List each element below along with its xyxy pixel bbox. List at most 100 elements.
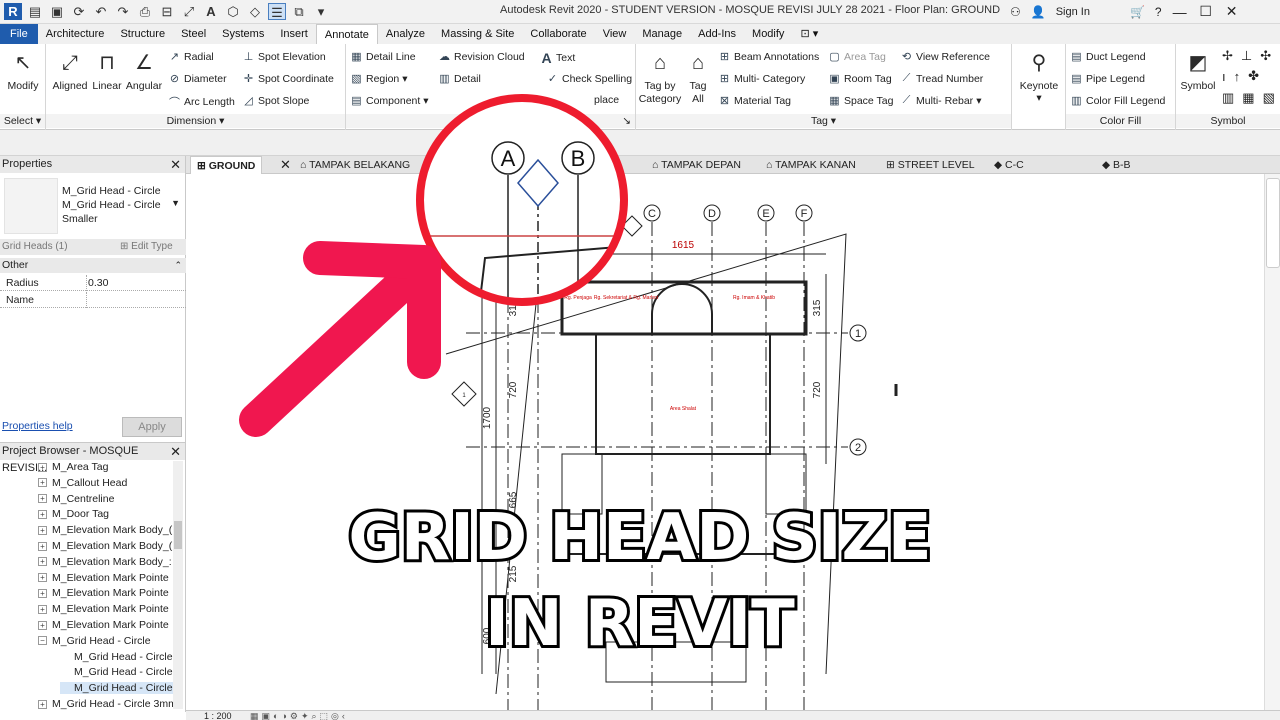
expand-icon[interactable]: + [38, 699, 47, 709]
print-icon[interactable]: ⎙ [136, 3, 154, 20]
detail-group-button[interactable]: ▥ Detail [438, 72, 481, 86]
browser-item[interactable]: + M_Door Tag [38, 508, 109, 520]
pipe-legend-button[interactable]: ▤ Pipe Legend [1070, 72, 1145, 86]
tab-steel[interactable]: Steel [173, 24, 214, 44]
browser-item[interactable]: M_Grid Head - Circle [60, 651, 173, 663]
browser-item[interactable]: + M_Elevation Mark Pointe [38, 587, 169, 599]
property-group-other[interactable]: Other ⌃ [0, 258, 186, 273]
info-center-icon[interactable]: ⚇ [1010, 5, 1021, 19]
3d-view-icon[interactable]: ⬡ [224, 3, 242, 20]
browser-scrollbar[interactable] [173, 461, 183, 709]
hatch-icon[interactable]: ▧ [1263, 90, 1275, 106]
browser-item[interactable]: + M_Elevation Mark Pointe [38, 603, 169, 615]
minimize-icon[interactable]: — [1172, 4, 1188, 20]
save-icon[interactable]: ▣ [48, 3, 66, 20]
ribbon-minimize-icon[interactable]: ⊡ ▾ [792, 24, 826, 44]
spot-elevation-button[interactable]: ⊥ Spot Elevation [242, 50, 326, 64]
measure-icon[interactable]: ⊟ [158, 3, 176, 20]
browser-item[interactable]: + M_Elevation Mark Body_( [38, 540, 172, 552]
beam-annotations-button[interactable]: ⊞ Beam Annotations [718, 50, 819, 64]
tread-number-button[interactable]: ⟋ Tread Number [900, 72, 984, 85]
section-icon[interactable]: ◇ [246, 3, 264, 20]
tab-view[interactable]: View [595, 24, 635, 44]
fabric-reinforcement-icon[interactable]: ✤ [1248, 68, 1259, 84]
multi-category-button[interactable]: ⊞ Multi- Category [718, 72, 805, 86]
view-scale[interactable]: 1 : 200 [204, 711, 232, 720]
expand-icon[interactable]: + [38, 525, 47, 535]
path-reinforcement-icon[interactable]: ↑ [1234, 69, 1241, 84]
edit-type-button[interactable]: ⊞ Edit Type [120, 241, 173, 252]
view-tab-ground[interactable]: ⊞ GROUND [190, 156, 263, 174]
radial-button[interactable]: ↗ Radial [168, 50, 214, 64]
scroll-thumb[interactable] [174, 521, 182, 549]
expand-icon[interactable]: + [38, 478, 47, 488]
help-icon[interactable]: ? [1155, 5, 1162, 19]
section-marker-small[interactable] [621, 215, 643, 237]
radius-value[interactable]: 0.30 [88, 277, 108, 289]
apply-button[interactable]: Apply [122, 417, 182, 437]
symbol-button[interactable]: ◩ Symbol [1178, 50, 1218, 92]
aligned-button[interactable]: ⤢ Aligned [50, 50, 90, 92]
find-replace-button[interactable]: place [594, 94, 619, 106]
view-control-icons[interactable]: ▦▣◐◑⚙✦⌕⬚◎‹ [250, 711, 348, 720]
view-tab-b-b[interactable]: ◆ B-B [1102, 156, 1131, 174]
sign-in-link[interactable]: Sign In [1056, 6, 1090, 18]
expand-icon[interactable]: + [38, 588, 47, 598]
rebar-icon[interactable]: ▦ [1242, 90, 1254, 106]
tab-systems[interactable]: Systems [214, 24, 272, 44]
browser-item[interactable]: M_Grid Head - Circle [60, 682, 173, 695]
tab-massing-site[interactable]: Massing & Site [433, 24, 522, 44]
user-icon[interactable]: 👤 [1031, 5, 1046, 19]
tab-architecture[interactable]: Architecture [38, 24, 113, 44]
material-tag-button[interactable]: ⊠ Material Tag [718, 94, 791, 108]
expand-icon[interactable]: + [38, 494, 47, 504]
tab-file[interactable]: File [0, 24, 38, 44]
undo-icon[interactable]: ↶ [92, 3, 110, 20]
tab-analyze[interactable]: Analyze [378, 24, 433, 44]
expand-icon[interactable]: + [38, 509, 47, 519]
duct-legend-button[interactable]: ▤ Duct Legend [1070, 50, 1145, 64]
open-icon[interactable]: ▤ [26, 3, 44, 20]
tab-modify[interactable]: Modify [744, 24, 792, 44]
redo-icon[interactable]: ↷ [114, 3, 132, 20]
fabric-sheet-icon[interactable]: ▥ [1222, 90, 1234, 106]
modify-button[interactable]: ↖ Modify [4, 50, 42, 92]
sync-icon[interactable]: ⟳ [70, 3, 88, 20]
text-icon[interactable]: A [202, 3, 220, 20]
tag-by-category-button[interactable]: ⌂ Tag by Category [638, 50, 682, 106]
area-tag-button[interactable]: ▢ Area Tag [828, 50, 886, 64]
expand-icon[interactable]: + [38, 541, 47, 551]
collapse-icon[interactable]: ⌃ [174, 258, 182, 273]
view-reference-button[interactable]: ⟲ View Reference [900, 50, 990, 64]
tab-collaborate[interactable]: Collaborate [522, 24, 594, 44]
expand-icon[interactable]: + [38, 573, 47, 583]
tab-annotate[interactable]: Annotate [315, 24, 378, 44]
check-spelling-button[interactable]: ✓ Check Spelling [546, 72, 632, 86]
switch-windows-icon[interactable]: ⧉ [290, 3, 308, 20]
component-button[interactable]: ▤ Component ▾ [350, 94, 428, 108]
expand-icon[interactable]: + [38, 604, 47, 614]
browser-item[interactable]: + M_Grid Head - Circle 3mm [38, 698, 177, 710]
detail-line-button[interactable]: ▦ Detail Line [350, 50, 415, 64]
expand-icon[interactable]: + [38, 462, 47, 472]
thin-lines-icon[interactable]: ☰ [268, 3, 286, 20]
tab-structure[interactable]: Structure [112, 24, 173, 44]
browser-item[interactable]: + M_Elevation Mark Body_( [38, 524, 172, 536]
close-properties-icon[interactable]: ✕ [170, 156, 181, 173]
arc-length-button[interactable]: ⌒ Arc Length [168, 94, 235, 110]
angular-button[interactable]: ∠ Angular [124, 50, 164, 92]
beam-icon[interactable]: ⊥ [1241, 48, 1252, 64]
spot-coordinate-button[interactable]: ✛ Spot Coordinate [242, 72, 334, 86]
text-button[interactable]: A Text [540, 50, 575, 66]
view-tab-tampak-kanan[interactable]: ⌂ TAMPAK KANAN [766, 156, 856, 174]
browser-item[interactable]: + M_Elevation Mark Pointe [38, 572, 169, 584]
dimension-panel-label[interactable]: Dimension ▾ [46, 114, 345, 128]
properties-help-link[interactable]: Properties help [2, 420, 73, 432]
multi-rebar-button[interactable]: ⟋ Multi- Rebar ▾ [900, 94, 982, 107]
view-tab-tampak-belakang[interactable]: ⌂ TAMPAK BELAKANG [300, 156, 410, 174]
select-panel-label[interactable]: Select ▾ [0, 114, 45, 128]
view-tab-c-c[interactable]: ◆ C-C [994, 156, 1024, 174]
browser-item[interactable]: + M_Callout Head [38, 477, 127, 489]
type-dropdown-icon[interactable]: ▼ [171, 198, 180, 208]
stair-path-icon[interactable]: ✣ [1260, 48, 1271, 64]
